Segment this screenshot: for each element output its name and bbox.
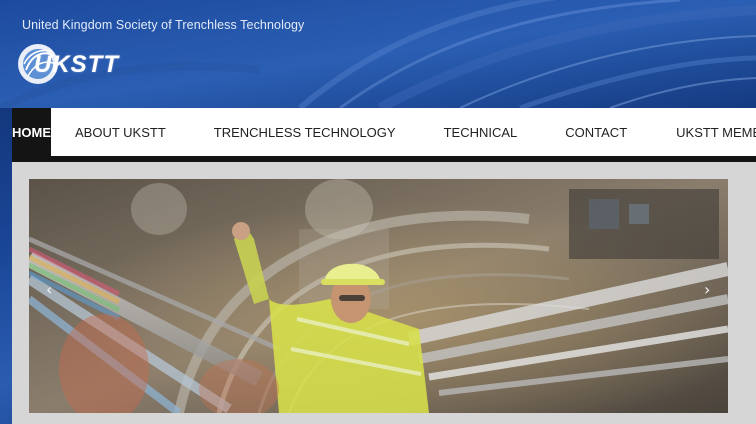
nav-item-about[interactable]: ABOUT UKSTT: [51, 108, 190, 156]
nav-item-contact[interactable]: CONTACT: [541, 108, 651, 156]
tunnel-worker-photo: [29, 179, 728, 413]
image-slider[interactable]: [29, 179, 728, 413]
nav-item-ukstt-member[interactable]: UKSTT MEMBER: [651, 108, 756, 156]
organization-name: United Kingdom Society of Trenchless Tec…: [22, 18, 305, 32]
main-navigation: HOME ABOUT UKSTT TRENCHLESS TECHNOLOGY T…: [12, 108, 756, 156]
nav-item-technical[interactable]: TECHNICAL: [420, 108, 542, 156]
nav-item-home[interactable]: HOME: [12, 108, 51, 156]
nav-item-trenchless-technology[interactable]: TRENCHLESS TECHNOLOGY: [190, 108, 420, 156]
logo-wordmark[interactable]: UKSTT: [34, 51, 119, 79]
slider-next-arrow[interactable]: ›: [704, 282, 710, 298]
slider-prev-arrow[interactable]: ‹: [46, 282, 52, 298]
site-header: United Kingdom Society of Trenchless Tec…: [0, 0, 756, 108]
